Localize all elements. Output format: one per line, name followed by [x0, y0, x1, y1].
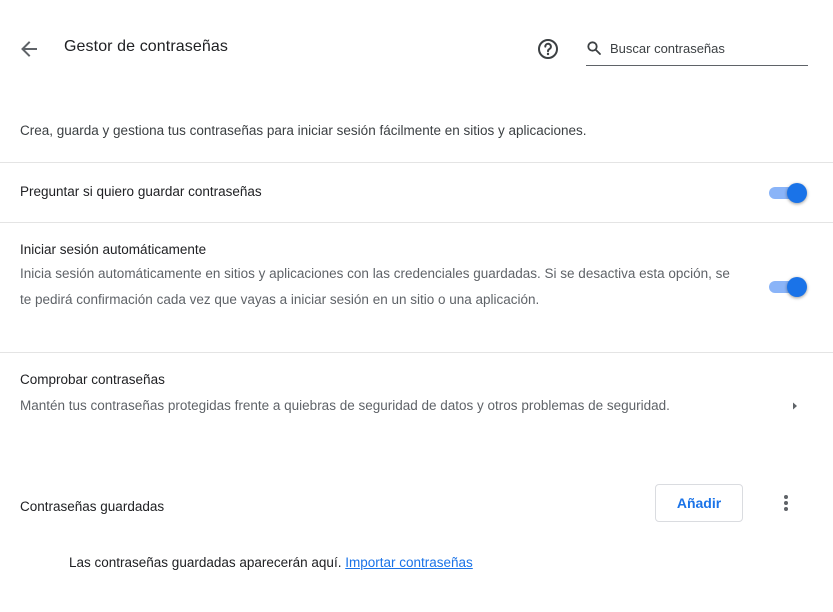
saved-passwords-heading: Contraseñas guardadas	[20, 499, 165, 514]
import-passwords-link[interactable]: Importar contraseñas	[345, 555, 473, 570]
toggle-knob	[787, 277, 807, 297]
divider	[0, 352, 833, 353]
arrow-right-icon	[793, 402, 797, 410]
header: Gestor de contraseñas	[0, 0, 833, 96]
check-passwords-label[interactable]: Comprobar contraseñas	[20, 372, 165, 387]
divider	[0, 222, 833, 223]
toggle-knob	[787, 183, 807, 203]
arrow-back-icon	[21, 41, 37, 57]
search-icon	[587, 41, 601, 55]
search-input[interactable]	[610, 36, 806, 60]
empty-passwords-message: Las contraseñas guardadas aparecerán aqu…	[69, 555, 473, 570]
intro-text: Crea, guarda y gestiona tus contraseñas …	[20, 123, 587, 138]
back-button[interactable]	[14, 36, 44, 62]
password-manager-page: Gestor de contraseñas Crea, guarda y ges…	[0, 0, 833, 612]
auto-signin-description: Inicia sesión automáticamente en sitios …	[20, 266, 730, 307]
offer-save-label: Preguntar si quiero guardar contraseñas	[20, 184, 262, 199]
check-passwords-description: Mantén tus contraseñas protegidas frente…	[20, 398, 670, 413]
more-vert-icon	[784, 495, 788, 511]
auto-signin-label: Iniciar sesión automáticamente	[20, 242, 207, 257]
add-password-button[interactable]: Añadir	[655, 484, 743, 522]
divider	[0, 162, 833, 163]
check-passwords-arrow[interactable]	[788, 399, 802, 413]
help-button[interactable]	[536, 37, 560, 61]
auto-signin-toggle[interactable]	[769, 277, 807, 297]
search-box	[586, 36, 808, 66]
empty-passwords-text: Las contraseñas guardadas aparecerán aqu…	[69, 555, 342, 570]
help-circle-icon	[538, 39, 558, 59]
page-title: Gestor de contraseñas	[64, 38, 228, 55]
offer-save-toggle[interactable]	[769, 183, 807, 203]
more-actions-button[interactable]	[774, 491, 798, 515]
